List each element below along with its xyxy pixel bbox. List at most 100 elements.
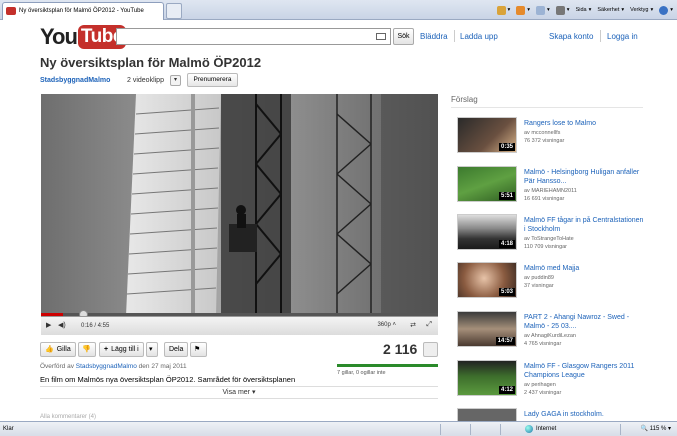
chevron-down-icon: ▾ (149, 346, 153, 353)
suggestion-title[interactable]: Rangers lose to Malmo (524, 119, 646, 128)
login-link[interactable]: Logga in (607, 32, 638, 41)
share-label: Dela (169, 346, 184, 353)
thumb-down-icon: 👎 (82, 346, 91, 353)
time-display: 0:16 / 4:55 (81, 323, 110, 329)
search-input[interactable] (116, 28, 391, 45)
help-button[interactable]: ▾ (659, 3, 673, 17)
show-more-button[interactable]: Visa mer ▾ (40, 386, 438, 399)
upload-date: den 27 maj 2011 (138, 363, 187, 370)
suggestion-thumbnail[interactable]: 14:57 (457, 311, 517, 347)
video-frame (41, 94, 438, 316)
suggestion-item[interactable]: Lady GAGA in stockholm. (457, 408, 647, 421)
channel-link[interactable]: StadsbyggnadMalmo (40, 77, 110, 84)
suggestion-title[interactable]: PART 2 - Ahangi Nawroz - Swed - Malmö - … (524, 313, 646, 331)
stats-icon[interactable] (423, 342, 438, 357)
popout-icon[interactable]: ⇄ (410, 321, 416, 329)
browser-tab-bar: Ny översiktsplan för Malmö ÖP2012 - YouT… (0, 0, 677, 20)
suggestion-thumbnail[interactable]: 0:35 (457, 117, 517, 153)
printer-icon (555, 5, 565, 15)
home-icon (496, 5, 506, 15)
browser-tab[interactable]: Ny översiktsplan för Malmö ÖP2012 - YouT… (2, 2, 164, 20)
suggestion-item[interactable]: 0:35 Rangers lose to Malmo av mcconnellf… (457, 117, 647, 161)
suggestion-views: 4 765 visningar (524, 341, 562, 347)
duration-badge: 5:03 (498, 288, 515, 296)
suggestion-channel: av AhnagiKurdiLezan (524, 333, 576, 339)
video-description: En film om Malmös nya översiktsplan ÖP20… (40, 375, 296, 384)
suggestion-title[interactable]: Lady GAGA in stockholm. (524, 410, 646, 419)
duration-badge: 4:18 (498, 240, 515, 248)
suggestion-item[interactable]: 4:12 Malmö FF - Glasgow Rangers 2011 Cha… (457, 360, 647, 404)
status-text: Klar (3, 426, 14, 432)
tools-menu[interactable]: Verktyg ▾ (630, 3, 653, 17)
status-divider (440, 424, 441, 435)
fullscreen-icon[interactable]: ⤢ (426, 321, 432, 329)
page-menu[interactable]: Sida ▾ (576, 3, 592, 17)
like-ratio-bar (337, 364, 438, 367)
suggestion-item[interactable]: 5:03 Malmö med Majja av puddin89 37 visn… (457, 262, 647, 306)
volume-icon[interactable]: ◀) (58, 321, 66, 329)
home-button[interactable]: ▾ (496, 3, 510, 17)
suggestion-item[interactable]: 14:57 PART 2 - Ahangi Nawroz - Swed - Ma… (457, 311, 647, 355)
header-divider (454, 30, 455, 42)
suggestion-channel: av MARIEHAMN2011 (524, 188, 577, 194)
status-divider (470, 424, 471, 435)
flag-button[interactable]: ⚑ (190, 342, 207, 357)
suggestion-thumbnail[interactable]: 5:03 (457, 262, 517, 298)
upload-link[interactable]: Ladda upp (460, 32, 498, 41)
browser-status-bar: Klar Internet 🔍 115 % ▾ (0, 421, 677, 436)
print-button[interactable]: ▾ (555, 3, 570, 17)
suggestion-channel: av perihagen (524, 382, 556, 388)
dislike-button[interactable]: 👎 (78, 342, 96, 357)
quality-selector[interactable]: 360p ˄ (377, 322, 396, 328)
tools-menu-label: Verktyg (630, 7, 649, 13)
suggestions-title: Förslag (451, 95, 478, 104)
add-to-button[interactable]: + Lägg till i (99, 342, 144, 357)
keyboard-icon[interactable] (376, 33, 386, 40)
suggestion-title[interactable]: Malmö FF tågar in på Centralstationen i … (524, 216, 646, 234)
zoom-control[interactable]: 🔍 115 % ▾ (641, 422, 671, 436)
new-tab-button[interactable] (166, 3, 182, 19)
video-player[interactable]: ▶ ◀) 0:16 / 4:55 360p ˄ ⇄ ⤢ (41, 94, 438, 335)
play-icon[interactable]: ▶ (46, 321, 51, 329)
feeds-button[interactable]: ▾ (516, 3, 530, 17)
zone-label: Internet (536, 426, 557, 432)
suggestion-item[interactable]: 4:18 Malmö FF tågar in på Centralstation… (457, 214, 647, 258)
flag-icon: ⚑ (194, 346, 201, 353)
chevron-down-icon: ▾ (251, 389, 256, 396)
help-icon (659, 5, 669, 15)
add-to-dropdown[interactable]: ▾ (146, 342, 158, 357)
mail-button[interactable]: ▾ (536, 3, 550, 17)
zoom-icon: 🔍 (640, 426, 649, 432)
suggestion-thumbnail[interactable]: 5:51 (457, 166, 517, 202)
duration-badge: 5:51 (498, 192, 515, 200)
suggestion-thumbnail[interactable] (457, 408, 517, 421)
status-divider (500, 424, 501, 435)
like-button[interactable]: 👍 Gilla (40, 342, 76, 357)
uploader-link[interactable]: StadsbyggnadMalmo (76, 363, 137, 370)
likes-summary: 7 gillar, 0 ogillar inte (337, 370, 386, 376)
suggestion-thumbnail[interactable]: 4:18 (457, 214, 517, 250)
suggestion-thumbnail[interactable]: 4:12 (457, 360, 517, 396)
browse-link[interactable]: Bläddra (420, 32, 448, 41)
subscribe-button[interactable]: Prenumerera (187, 73, 238, 87)
suggestion-title[interactable]: Malmö med Majja (524, 264, 646, 273)
suggestion-title[interactable]: Malmö - Helsingborg Huligan anfaller Pär… (524, 168, 646, 186)
command-bar: ▾ ▾ ▾ ▾ Sida ▾ Säkerhet ▾ Verktyg ▾ ▾ (496, 3, 673, 17)
share-button[interactable]: Dela (164, 342, 189, 357)
globe-icon (525, 425, 533, 433)
video-list-toggle[interactable]: ▾ (170, 75, 181, 86)
create-account-link[interactable]: Skapa konto (549, 32, 593, 41)
mail-icon (536, 5, 546, 15)
like-label: Gilla (56, 346, 71, 353)
search-button[interactable]: Sök (393, 28, 414, 45)
suggestion-views: 37 visningar (524, 283, 554, 289)
thumb-up-icon: 👍 (45, 346, 54, 353)
youtube-logo[interactable]: You Tube (40, 24, 126, 50)
suggestion-title[interactable]: Malmö FF - Glasgow Rangers 2011 Champion… (524, 362, 646, 380)
duration-badge: 0:35 (498, 143, 515, 151)
show-more-label: Visa mer (222, 389, 251, 396)
sidebar-divider (451, 107, 643, 108)
security-zone[interactable]: Internet (525, 422, 556, 436)
suggestion-item[interactable]: 5:51 Malmö - Helsingborg Huligan anfalle… (457, 166, 647, 210)
safety-menu[interactable]: Säkerhet ▾ (597, 3, 624, 17)
